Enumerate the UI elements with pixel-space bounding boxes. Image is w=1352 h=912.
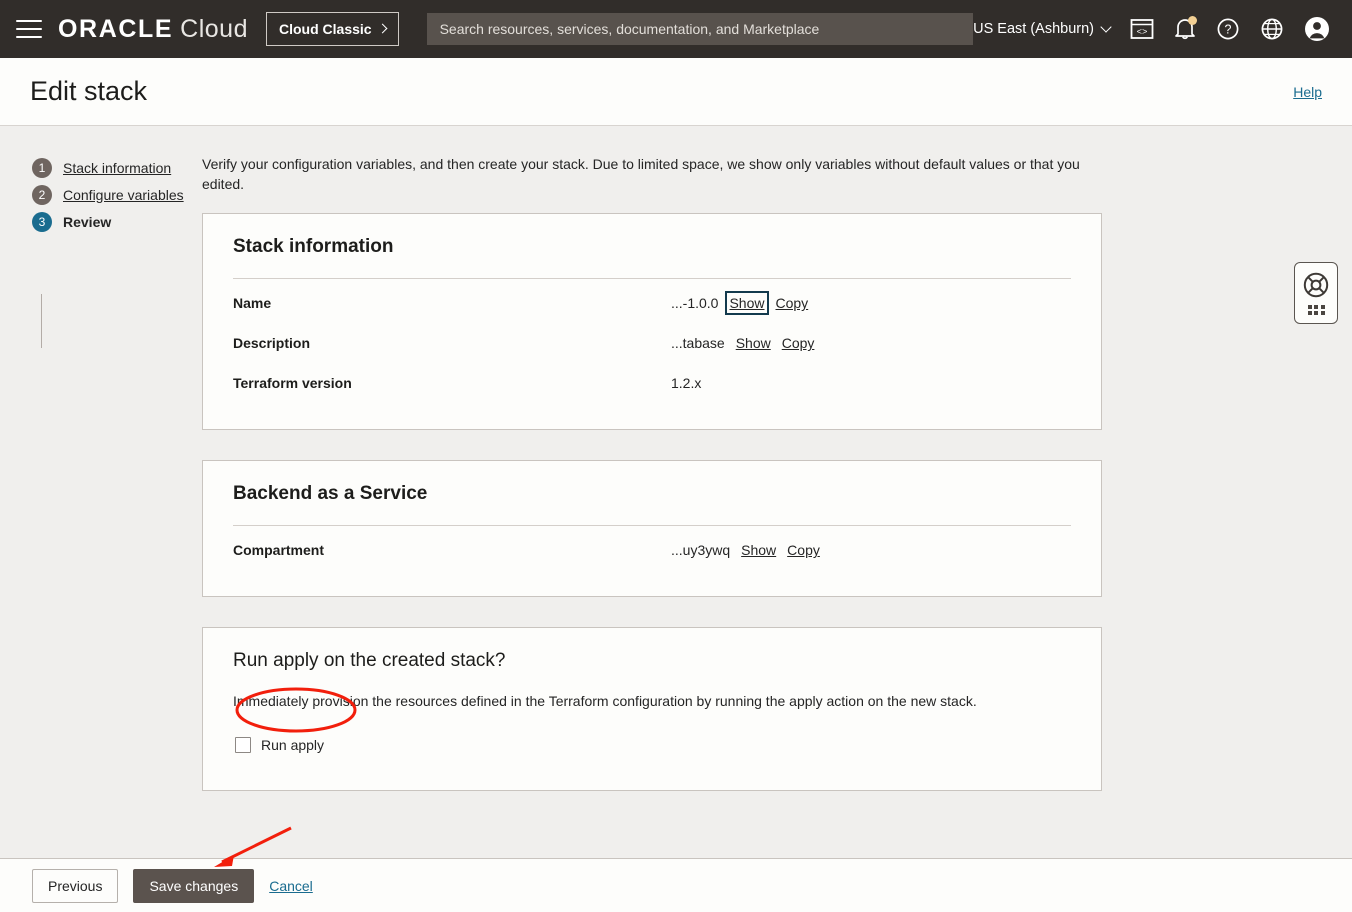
show-link-name[interactable]: Show: [729, 295, 764, 311]
field-value-group-compartment: ...uy3ywq Show Copy: [671, 542, 820, 558]
svg-text:?: ?: [1225, 23, 1232, 37]
field-label-terraform-version: Terraform version: [233, 375, 671, 391]
top-navigation-bar: ORACLE Cloud Cloud Classic US East (Ashb…: [0, 0, 1352, 58]
step-label-configure-variables: Configure variables: [63, 187, 184, 203]
backend-as-a-service-title: Backend as a Service: [233, 483, 1071, 505]
step-number-1: 1: [32, 158, 52, 178]
brand-cloud-text: Cloud: [180, 15, 248, 44]
step-label-review: Review: [63, 214, 111, 230]
step-number-2: 2: [32, 185, 52, 205]
region-label: US East (Ashburn): [973, 21, 1094, 37]
previous-button[interactable]: Previous: [32, 869, 118, 903]
copy-link-name[interactable]: Copy: [776, 295, 809, 311]
sidebar-item-review[interactable]: 3 Review: [32, 208, 202, 235]
run-apply-description: Immediately provision the resources defi…: [233, 692, 1071, 712]
wizard-footer: Previous Save changes Cancel: [0, 858, 1352, 912]
stack-information-card: Stack information Name ...-1.0.0 Show Co…: [202, 213, 1102, 430]
table-row: Compartment ...uy3ywq Show Copy: [233, 530, 1071, 570]
field-value-group-description: ...tabase Show Copy: [671, 335, 814, 351]
drag-handle-dots[interactable]: [1308, 305, 1325, 316]
run-apply-checkbox[interactable]: [235, 737, 251, 753]
step-label-stack-information: Stack information: [63, 160, 171, 176]
backend-as-a-service-card: Backend as a Service Compartment ...uy3y…: [202, 460, 1102, 597]
brand-oracle-text: ORACLE: [58, 15, 173, 44]
support-widget[interactable]: [1294, 262, 1338, 324]
field-value-group-terraform-version: 1.2.x: [671, 375, 701, 391]
save-changes-button[interactable]: Save changes: [133, 869, 254, 903]
main-column: Verify your configuration variables, and…: [202, 154, 1122, 858]
sidebar-item-configure-variables[interactable]: 2 Configure variables: [32, 181, 202, 208]
table-row: Description ...tabase Show Copy: [233, 323, 1071, 363]
run-apply-checkbox-row[interactable]: Run apply: [233, 734, 326, 756]
page-content: 1 Stack information 2 Configure variable…: [0, 126, 1352, 858]
show-link-description[interactable]: Show: [736, 335, 771, 351]
field-value-group-name: ...-1.0.0 Show Copy: [671, 295, 808, 311]
hamburger-menu-icon[interactable]: [14, 18, 44, 40]
field-value-terraform-version: 1.2.x: [671, 375, 701, 391]
field-label-description: Description: [233, 335, 671, 351]
cloud-classic-label: Cloud Classic: [279, 21, 372, 37]
stepper-connector-line: [41, 294, 42, 348]
copy-link-compartment[interactable]: Copy: [787, 542, 820, 558]
lifebuoy-support-icon: [1302, 271, 1330, 299]
table-row: Terraform version 1.2.x: [233, 363, 1071, 403]
step-number-3: 3: [32, 212, 52, 232]
global-search-input[interactable]: [427, 13, 973, 45]
divider: [233, 525, 1071, 526]
notification-badge: [1188, 16, 1197, 25]
oracle-cloud-logo[interactable]: ORACLE Cloud: [58, 15, 248, 44]
cloud-classic-button[interactable]: Cloud Classic: [266, 12, 399, 46]
notifications-bell-icon[interactable]: [1174, 17, 1196, 41]
wizard-stepper: 1 Stack information 2 Configure variable…: [0, 154, 202, 858]
run-apply-checkbox-label: Run apply: [261, 737, 324, 753]
field-value-name: ...-1.0.0: [671, 295, 718, 311]
user-profile-icon[interactable]: [1304, 16, 1330, 42]
language-globe-icon[interactable]: [1260, 17, 1284, 41]
help-link[interactable]: Help: [1293, 84, 1322, 100]
nav-right-group: US East (Ashburn) <> ?: [973, 16, 1338, 42]
sidebar-item-stack-information[interactable]: 1 Stack information: [32, 154, 202, 181]
table-row: Name ...-1.0.0 Show Copy: [233, 283, 1071, 323]
region-selector[interactable]: US East (Ashburn): [973, 21, 1110, 37]
divider: [233, 278, 1071, 279]
help-question-icon[interactable]: ?: [1216, 17, 1240, 41]
field-label-name: Name: [233, 295, 671, 311]
page-header: Edit stack Help: [0, 58, 1352, 126]
show-link-compartment[interactable]: Show: [741, 542, 776, 558]
copy-link-description[interactable]: Copy: [782, 335, 815, 351]
chevron-right-icon: [377, 24, 387, 34]
svg-text:<>: <>: [1137, 28, 1148, 38]
field-value-compartment: ...uy3ywq: [671, 542, 730, 558]
field-label-compartment: Compartment: [233, 542, 671, 558]
page-title: Edit stack: [30, 76, 147, 107]
cloud-shell-icon[interactable]: <>: [1130, 18, 1154, 40]
field-value-description: ...tabase: [671, 335, 725, 351]
review-intro-text: Verify your configuration variables, and…: [202, 154, 1097, 194]
run-apply-card: Run apply on the created stack? Immediat…: [202, 627, 1102, 791]
run-apply-title: Run apply on the created stack?: [233, 650, 1071, 672]
stack-information-title: Stack information: [233, 236, 1071, 258]
chevron-down-icon: [1100, 21, 1111, 32]
cancel-button[interactable]: Cancel: [269, 878, 313, 894]
